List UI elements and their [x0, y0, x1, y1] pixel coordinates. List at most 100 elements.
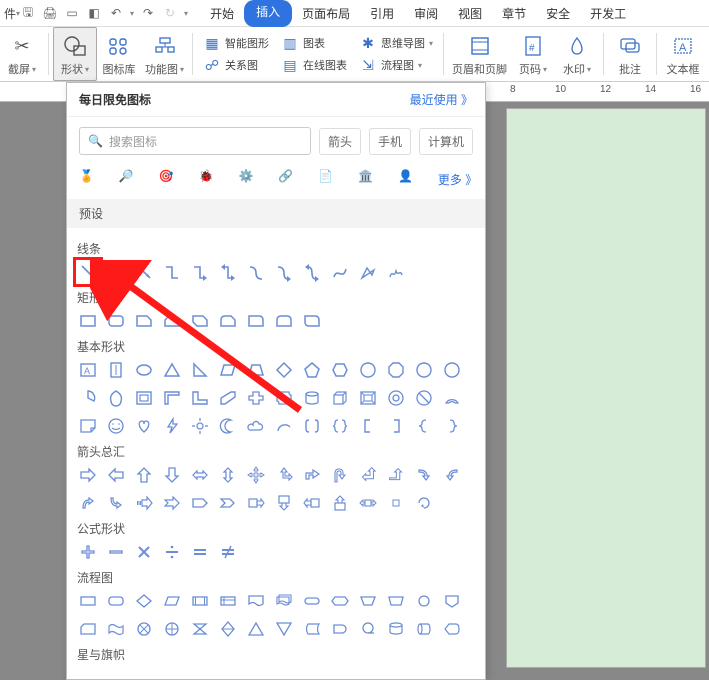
- recent-link[interactable]: 最近使用 》: [410, 91, 473, 108]
- shape-divide[interactable]: [161, 541, 183, 563]
- redo-icon[interactable]: ↷: [140, 5, 156, 21]
- shape-rbrace[interactable]: [441, 415, 463, 437]
- cat-bug-icon[interactable]: 🐞: [199, 169, 217, 189]
- shape-flow-display[interactable]: [441, 618, 463, 640]
- shape-rect[interactable]: [77, 310, 99, 332]
- shape-cloud[interactable]: [245, 415, 267, 437]
- shape-teardrop[interactable]: [105, 387, 127, 409]
- shape-freeform-curve[interactable]: [329, 261, 351, 283]
- shape-hexagon[interactable]: [329, 359, 351, 381]
- ribbon-watermark[interactable]: 水印▾: [555, 27, 599, 81]
- shape-heptagon[interactable]: [357, 359, 379, 381]
- shape-diamond[interactable]: [273, 359, 295, 381]
- search-input[interactable]: 🔍 搜索图标: [79, 127, 311, 155]
- shape-flow-card[interactable]: [77, 618, 99, 640]
- shape-rtriangle[interactable]: [189, 359, 211, 381]
- shape-heart[interactable]: [133, 415, 155, 437]
- shape-callout-d[interactable]: [273, 492, 295, 514]
- shape-circular[interactable]: [413, 492, 435, 514]
- shape-round1[interactable]: [245, 310, 267, 332]
- shape-flow-terminator[interactable]: [301, 590, 323, 612]
- shape-arrow-lur[interactable]: [273, 464, 295, 486]
- shape-round-rect[interactable]: [105, 310, 127, 332]
- shape-flow-offpage[interactable]: [441, 590, 463, 612]
- shape-flow-extract[interactable]: [245, 618, 267, 640]
- shape-scribble[interactable]: [385, 261, 407, 283]
- shape-foldedcorner[interactable]: [77, 415, 99, 437]
- shapes-scroll[interactable]: 线条 矩形 基本形状 A: [67, 228, 485, 679]
- shape-flow-prep[interactable]: [329, 590, 351, 612]
- cat-medal-icon[interactable]: 🏅: [79, 169, 97, 189]
- shape-dodecagon[interactable]: [441, 359, 463, 381]
- shape-octagon[interactable]: [385, 359, 407, 381]
- shape-arrow-notched[interactable]: [161, 492, 183, 514]
- shape-flow-multidoc[interactable]: [273, 590, 295, 612]
- ribbon-textbox[interactable]: A 文本框: [661, 27, 705, 81]
- tab-insert[interactable]: 插入: [244, 0, 292, 27]
- shape-can[interactable]: [301, 387, 323, 409]
- tab-reference[interactable]: 引用: [360, 0, 404, 27]
- ribbon-page-number[interactable]: # 页码▾: [511, 27, 555, 81]
- shape-flow-decision[interactable]: [133, 590, 155, 612]
- shape-callout-lr[interactable]: [357, 492, 379, 514]
- shape-flow-predef[interactable]: [189, 590, 211, 612]
- shape-multiply[interactable]: [133, 541, 155, 563]
- shape-trapezoid[interactable]: [245, 359, 267, 381]
- shape-flow-merge[interactable]: [273, 618, 295, 640]
- tag-arrow[interactable]: 箭头: [319, 128, 361, 155]
- shape-line[interactable]: [77, 261, 99, 283]
- undo-dropdown-icon[interactable]: ▾: [130, 9, 134, 18]
- shape-arrow-r[interactable]: [77, 464, 99, 486]
- shape-arrow-striped[interactable]: [133, 492, 155, 514]
- shape-callout-u[interactable]: [329, 492, 351, 514]
- shape-callout-r[interactable]: [245, 492, 267, 514]
- tab-dev[interactable]: 开发工: [580, 0, 636, 27]
- shape-snip2[interactable]: [161, 310, 183, 332]
- shape-flow-alt[interactable]: [105, 590, 127, 612]
- shape-flow-magdisk[interactable]: [385, 618, 407, 640]
- shape-flow-process[interactable]: [77, 590, 99, 612]
- shape-arrow-lup[interactable]: [357, 464, 379, 486]
- ribbon-header-footer[interactable]: 页眉和页脚: [448, 27, 511, 81]
- shape-flow-manualop[interactable]: [385, 590, 407, 612]
- print-preview-icon[interactable]: ▭: [64, 5, 80, 21]
- shape-moon[interactable]: [217, 415, 239, 437]
- tab-security[interactable]: 安全: [536, 0, 580, 27]
- shape-arrow-bent[interactable]: [301, 464, 323, 486]
- more-link[interactable]: 更多 》: [438, 171, 473, 188]
- shape-pie[interactable]: [77, 387, 99, 409]
- shape-nosymbol[interactable]: [413, 387, 435, 409]
- shape-textbox[interactable]: A: [77, 359, 99, 381]
- shape-arrow-pentagon[interactable]: [189, 492, 211, 514]
- shape-halfframe[interactable]: [161, 387, 183, 409]
- shape-elbow[interactable]: [161, 261, 183, 283]
- shape-cross[interactable]: [245, 387, 267, 409]
- shape-triangle[interactable]: [161, 359, 183, 381]
- shape-bracket[interactable]: [301, 415, 323, 437]
- shape-decagon[interactable]: [413, 359, 435, 381]
- shape-smiley[interactable]: [105, 415, 127, 437]
- shape-arrow-curvr[interactable]: [413, 464, 435, 486]
- tab-start[interactable]: 开始: [200, 0, 244, 27]
- shape-cube[interactable]: [329, 387, 351, 409]
- shape-arrow-ud[interactable]: [217, 464, 239, 486]
- shape-arrow-bentup[interactable]: [385, 464, 407, 486]
- undo-icon[interactable]: ↶: [108, 5, 124, 21]
- shape-callout-quad[interactable]: [385, 492, 407, 514]
- shape-parallelogram[interactable]: [217, 359, 239, 381]
- shape-curve[interactable]: [245, 261, 267, 283]
- shape-flow-delay[interactable]: [329, 618, 351, 640]
- ribbon-comment[interactable]: 批注: [608, 27, 652, 81]
- tab-page-layout[interactable]: 页面布局: [292, 0, 360, 27]
- shape-equal[interactable]: [189, 541, 211, 563]
- shape-arrow-l[interactable]: [105, 464, 127, 486]
- shape-flow-manual[interactable]: [357, 590, 379, 612]
- paste-icon[interactable]: ◧: [86, 5, 102, 21]
- shape-flow-collate[interactable]: [189, 618, 211, 640]
- tab-chapter[interactable]: 章节: [492, 0, 536, 27]
- shape-lbrace[interactable]: [413, 415, 435, 437]
- save-icon[interactable]: 🖫: [20, 5, 36, 21]
- shape-plaque[interactable]: [273, 387, 295, 409]
- shape-minus[interactable]: [105, 541, 127, 563]
- shape-sun[interactable]: [189, 415, 211, 437]
